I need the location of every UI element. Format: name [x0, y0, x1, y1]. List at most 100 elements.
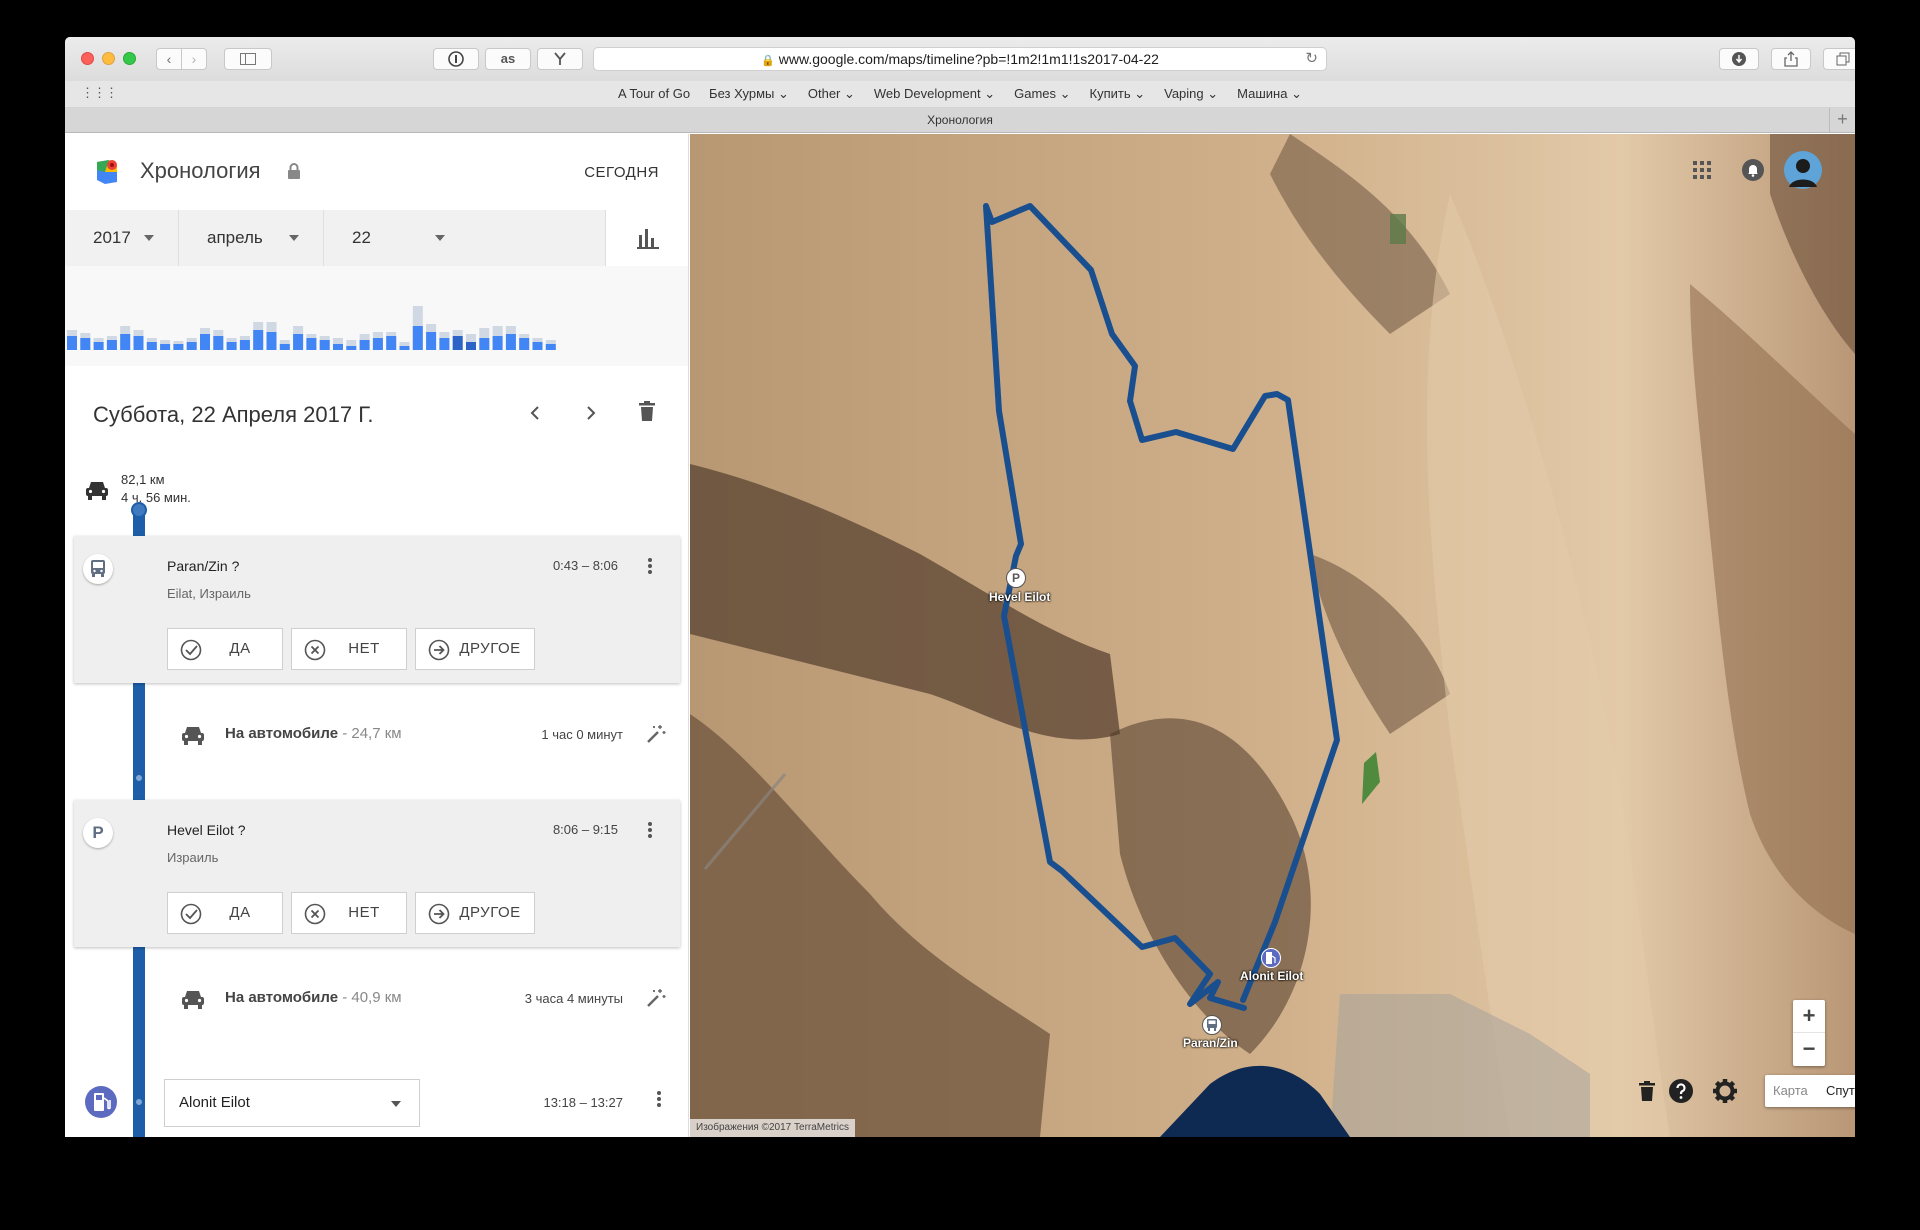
back-button[interactable]: ‹ — [156, 48, 182, 70]
gas-station-marker[interactable] — [1261, 948, 1281, 968]
apps-grid-icon[interactable] — [1692, 160, 1712, 180]
downloads-button[interactable] — [1719, 48, 1759, 70]
histogram-bar[interactable] — [346, 346, 357, 350]
close-window-button[interactable] — [81, 52, 94, 65]
histogram-bar[interactable] — [399, 346, 410, 350]
histogram-bar[interactable] — [200, 334, 210, 350]
histogram-bar[interactable] — [372, 338, 383, 350]
bookmark-folder-bez-hurmy[interactable]: Без Хурмы ⌄ — [709, 81, 789, 107]
maximize-window-button[interactable] — [123, 52, 136, 65]
histogram-bar[interactable] — [253, 330, 264, 350]
bookmark-folder-vaping[interactable]: Vaping ⌄ — [1164, 81, 1218, 107]
more-options-button[interactable] — [647, 820, 653, 840]
place-select[interactable]: Alonit Eilot — [164, 1079, 420, 1127]
visit-name[interactable]: Hevel Eilot ? — [167, 822, 246, 838]
histogram-bar[interactable] — [519, 338, 530, 350]
new-tab-button[interactable]: + — [1829, 108, 1855, 132]
today-button[interactable]: СЕГОДНЯ — [584, 164, 659, 181]
map-label-alonit-eilot[interactable]: Alonit Eilot — [1240, 969, 1303, 983]
month-select[interactable]: апрель — [179, 210, 324, 266]
magic-wand-icon[interactable] — [645, 723, 667, 745]
map-type-satellite-button[interactable]: Спутник — [1826, 1075, 1855, 1107]
other-place-button[interactable]: ДРУГОЕ — [415, 628, 535, 670]
bookmark-folder-mashina[interactable]: Машина ⌄ — [1237, 81, 1302, 107]
histogram-bar[interactable] — [93, 342, 104, 350]
histogram-bar[interactable] — [306, 338, 317, 350]
histogram-bar[interactable] — [186, 342, 197, 350]
histogram-bar[interactable] — [239, 340, 250, 350]
histogram-bar[interactable] — [532, 342, 543, 350]
share-button[interactable] — [1771, 48, 1811, 70]
bookmark-folder-kupit[interactable]: Купить ⌄ — [1090, 81, 1146, 107]
trash-icon[interactable] — [1633, 1077, 1661, 1105]
tabs-overview-button[interactable] — [1823, 48, 1855, 70]
confirm-yes-button[interactable]: ДА — [167, 628, 283, 670]
histogram-bar[interactable] — [146, 342, 157, 350]
day-select[interactable]: 22 — [324, 210, 469, 266]
sidebar-toggle-button[interactable] — [224, 48, 272, 70]
histogram-bar[interactable] — [333, 344, 343, 350]
bookmark-folder-web-development[interactable]: Web Development ⌄ — [874, 81, 995, 107]
user-avatar[interactable] — [1784, 151, 1822, 189]
histogram-bar[interactable] — [213, 336, 224, 350]
bookmark-folder-games[interactable]: Games ⌄ — [1014, 81, 1070, 107]
visit-card[interactable]: Paran/Zin ? Eilat, Израиль 0:43 – 8:06 Д… — [74, 536, 680, 683]
histogram-bar[interactable] — [106, 340, 117, 350]
movement-segment[interactable]: На автомобиле - 40,9 км 3 часа 4 минуты — [65, 955, 688, 1045]
histogram-bar[interactable] — [80, 338, 91, 350]
parking-marker[interactable]: P — [1006, 568, 1026, 588]
confirm-no-button[interactable]: НЕТ — [291, 628, 407, 670]
magic-wand-icon[interactable] — [645, 987, 667, 1009]
map-view[interactable]: P Hevel Eilot Alonit Eilot Paran/Zin + − — [690, 134, 1855, 1137]
visit-name[interactable]: Paran/Zin ? — [167, 558, 239, 574]
histogram-bar[interactable] — [545, 344, 556, 350]
address-bar[interactable]: 🔒 www.google.com/maps/timeline?pb=!1m2!1m… — [593, 47, 1327, 71]
bus-stop-marker[interactable] — [1202, 1015, 1222, 1035]
visit-time[interactable]: 13:18 – 13:27 — [543, 1095, 623, 1110]
visit-time[interactable]: 0:43 – 8:06 — [553, 558, 618, 573]
histogram-bar[interactable] — [466, 342, 476, 350]
bookmark-tour-of-go[interactable]: A Tour of Go — [618, 81, 690, 107]
delete-day-button[interactable] — [633, 400, 661, 428]
map-label-paran-zin[interactable]: Paran/Zin — [1183, 1036, 1238, 1050]
histogram-bar[interactable] — [386, 336, 397, 350]
histogram-bar[interactable] — [492, 336, 503, 350]
help-icon[interactable] — [1667, 1077, 1695, 1105]
lastfm-extension-button[interactable]: as — [485, 48, 531, 70]
previous-day-button[interactable] — [521, 400, 549, 428]
histogram-bar[interactable] — [160, 344, 171, 350]
map-label-hevel-eilot[interactable]: Hevel Eilot — [989, 590, 1050, 604]
histogram-bar[interactable] — [452, 336, 463, 350]
stats-button[interactable] — [605, 210, 688, 266]
histogram-bar[interactable] — [319, 340, 330, 350]
notifications-bell-icon[interactable] — [1742, 159, 1764, 181]
histogram-bar[interactable] — [439, 338, 450, 350]
histogram-bar[interactable] — [279, 344, 290, 350]
visit-time[interactable]: 8:06 – 9:15 — [553, 822, 618, 837]
histogram-bar[interactable] — [266, 332, 277, 350]
zoom-out-button[interactable]: − — [1793, 1033, 1825, 1066]
confirm-no-button[interactable]: НЕТ — [291, 892, 407, 934]
minimize-window-button[interactable] — [102, 52, 115, 65]
settings-gear-icon[interactable] — [1711, 1077, 1739, 1105]
histogram-bar[interactable] — [412, 326, 423, 350]
onepassword-extension-button[interactable] — [433, 48, 479, 70]
fork-extension-button[interactable] — [537, 48, 583, 70]
histogram-bar[interactable] — [426, 332, 437, 350]
histogram-bar[interactable] — [359, 340, 370, 350]
histogram-bar[interactable] — [479, 338, 490, 350]
year-select[interactable]: 2017 — [65, 210, 179, 266]
visit-card[interactable]: P Hevel Eilot ? Израиль 8:06 – 9:15 ДА Н… — [74, 800, 680, 947]
zoom-in-button[interactable]: + — [1793, 1000, 1825, 1033]
histogram-bar[interactable] — [67, 336, 77, 350]
activity-histogram[interactable] — [65, 266, 688, 366]
histogram-bar[interactable] — [505, 334, 516, 350]
bookmark-folder-other[interactable]: Other ⌄ — [808, 81, 855, 107]
histogram-bar[interactable] — [293, 334, 304, 350]
tab-timeline[interactable]: Хронология — [927, 113, 993, 127]
histogram-bar[interactable] — [226, 342, 237, 350]
other-place-button[interactable]: ДРУГОЕ — [415, 892, 535, 934]
confirm-yes-button[interactable]: ДА — [167, 892, 283, 934]
reload-icon[interactable]: ↻ — [1305, 48, 1318, 70]
forward-button[interactable]: › — [181, 48, 207, 70]
